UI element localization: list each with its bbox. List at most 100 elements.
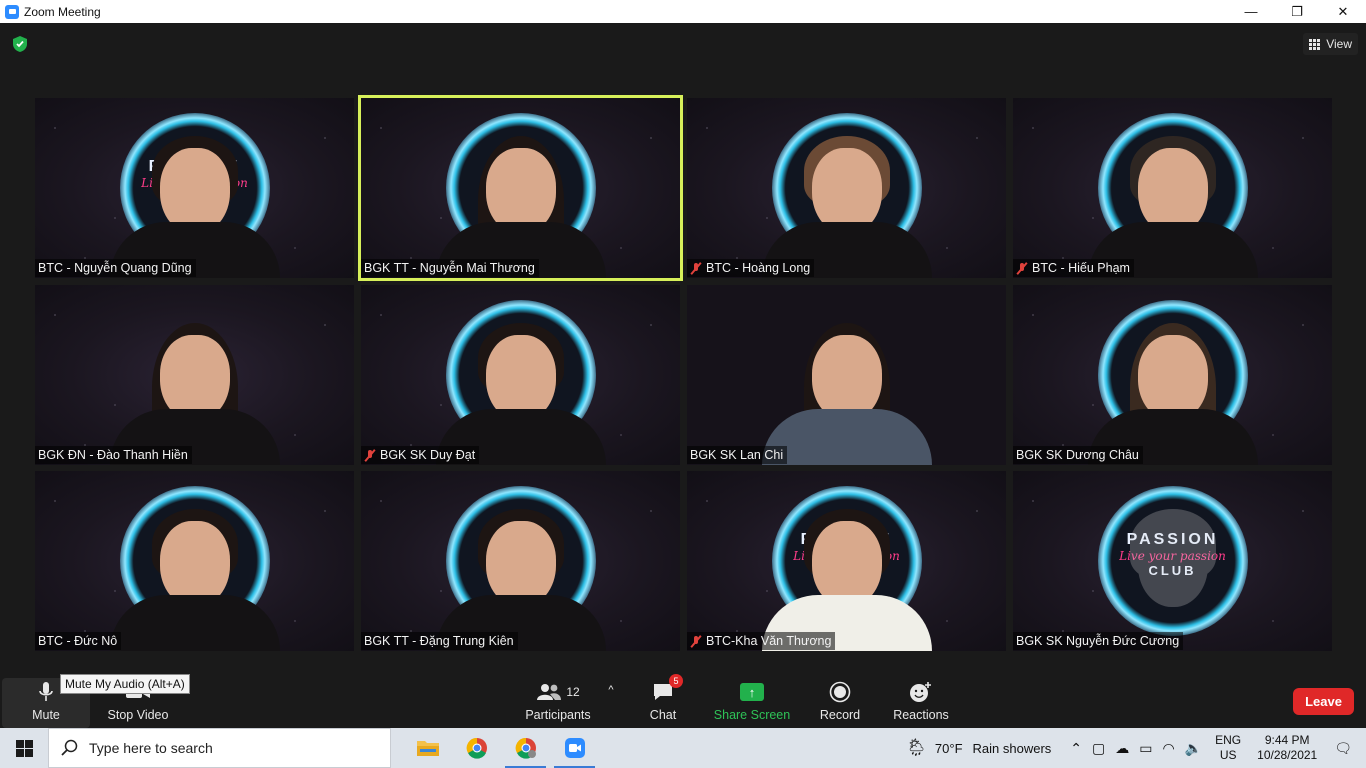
participant-video <box>435 118 606 278</box>
view-label: View <box>1326 37 1352 51</box>
chat-unread-badge: 5 <box>669 674 683 688</box>
chrome-profile-taskbar-button[interactable] <box>501 728 550 768</box>
participant-video <box>109 118 280 278</box>
reactions-button[interactable]: Reactions <box>890 672 952 728</box>
participants-count: 12 <box>566 685 580 699</box>
participant-name: BTC - Hiếu Phạm <box>1032 261 1130 275</box>
participant-name-tag: BTC-Kha Văn Thương <box>687 632 836 650</box>
participant-name-tag: BGK SK Lan Chi <box>687 446 788 464</box>
participant-video <box>761 305 932 465</box>
participant-tile[interactable]: BTC - Hoàng Long <box>687 98 1006 278</box>
chat-button[interactable]: 5 Chat <box>640 672 686 728</box>
participant-name: BTC - Hoàng Long <box>706 261 811 275</box>
file-explorer-taskbar-button[interactable] <box>403 728 452 768</box>
smiley-plus-icon <box>909 680 933 704</box>
participant-tile[interactable]: BGK ĐN - Đào Thanh Hiền <box>35 285 354 465</box>
participant-tile[interactable]: PASSIONLive your passionCLUB BGK SK Nguy… <box>1013 471 1332 651</box>
participant-tile[interactable]: BGK SK Duy Đạt <box>361 285 680 465</box>
clock-date: 10/28/2021 <box>1257 748 1318 762</box>
window-title: Zoom Meeting <box>24 4 101 19</box>
participant-name: BGK ĐN - Đào Thanh Hiền <box>38 448 188 462</box>
minimize-button[interactable]: — <box>1228 0 1274 23</box>
chrome-icon <box>466 737 487 759</box>
participant-name: BGK SK Nguyễn Đức Cương <box>1016 634 1180 648</box>
video-gallery: PASSIONLive your passionCLUB BTC - Nguyễ… <box>35 95 1332 651</box>
mute-label: Mute <box>32 708 60 722</box>
muted-mic-icon <box>690 262 702 275</box>
wifi-icon[interactable]: ◠ <box>1162 740 1174 757</box>
participants-icon: 12 <box>536 680 580 704</box>
security-shield-icon[interactable] <box>12 35 28 53</box>
participant-tile[interactable]: BGK TT - Đặng Trung Kiên <box>361 471 680 651</box>
maximize-button[interactable]: ❐ <box>1274 0 1320 23</box>
weather-widget[interactable]: 🌦 70°F Rain showers <box>905 738 1051 758</box>
participant-video <box>1087 305 1258 465</box>
zoom-taskbar-button[interactable] <box>550 728 599 768</box>
zoom-icon <box>564 738 585 758</box>
search-icon <box>61 739 78 756</box>
participant-name: BGK SK Duy Đạt <box>380 448 476 462</box>
record-icon <box>829 680 851 704</box>
record-label: Record <box>819 708 861 722</box>
start-button[interactable] <box>0 728 48 768</box>
record-button[interactable]: Record <box>812 672 868 728</box>
input-language[interactable]: ENG US <box>1215 733 1241 763</box>
participant-tile[interactable]: BTC - Đức Nô <box>35 471 354 651</box>
participant-name: BTC - Nguyễn Quang Dũng <box>38 261 192 275</box>
mute-tooltip: Mute My Audio (Alt+A) <box>60 674 190 694</box>
microphone-icon <box>38 680 54 704</box>
participant-tile[interactable]: BGK SK Dương Châu <box>1013 285 1332 465</box>
onedrive-cloud-icon[interactable]: ☁ <box>1115 740 1129 757</box>
participant-name-tag: BTC - Hiếu Phạm <box>1013 259 1134 277</box>
folder-icon <box>416 741 439 756</box>
meeting-top-bar: View <box>0 23 1366 65</box>
participants-button[interactable]: 12 Participants <box>520 672 596 728</box>
battery-icon[interactable]: ▭ <box>1139 740 1152 757</box>
window-controls: — ❐ ✕ <box>1228 0 1366 23</box>
participant-tile-active-speaker[interactable]: BGK TT - Nguyễn Mai Thương <box>358 95 683 281</box>
participant-name: BGK TT - Nguyễn Mai Thương <box>364 261 535 275</box>
chevron-up-icon[interactable]: ⌃ <box>1070 740 1082 757</box>
clock[interactable]: 9:44 PM 10/28/2021 <box>1257 733 1317 763</box>
grid-view-icon <box>1309 38 1321 50</box>
leave-button[interactable]: Leave <box>1293 688 1354 715</box>
participant-video <box>435 305 606 465</box>
language-code: ENG <box>1215 733 1242 747</box>
participant-tile[interactable]: BGK SK Lan Chi <box>687 285 1006 465</box>
meet-now-icon[interactable]: ▢ <box>1092 740 1105 757</box>
participant-name: BGK SK Dương Châu <box>1016 448 1139 462</box>
chat-bubble-icon: 5 <box>652 674 683 704</box>
muted-mic-icon <box>690 635 702 648</box>
close-button[interactable]: ✕ <box>1320 0 1366 23</box>
participants-options-chevron[interactable]: ^ <box>602 672 620 728</box>
weather-temperature: 70°F <box>934 740 963 756</box>
search-placeholder: Type here to search <box>89 740 213 756</box>
stop-video-label: Stop Video <box>107 708 169 722</box>
view-button[interactable]: View <box>1303 33 1358 55</box>
participant-tile[interactable]: PASSIONLive your passionCLUB BTC-Kha Văn… <box>687 471 1006 651</box>
participant-name: BTC-Kha Văn Thương <box>706 634 832 648</box>
participant-name-tag: BTC - Nguyễn Quang Dũng <box>35 259 196 277</box>
participant-name-tag: BGK SK Duy Đạt <box>361 446 480 464</box>
chrome-icon <box>515 737 536 759</box>
participant-video <box>761 491 932 651</box>
participant-name-tag: BGK ĐN - Đào Thanh Hiền <box>35 446 192 464</box>
keyboard-region: US <box>1219 748 1237 762</box>
participant-tile[interactable]: BTC - Hiếu Phạm <box>1013 98 1332 278</box>
participant-tile[interactable]: PASSIONLive your passionCLUB BTC - Nguyễ… <box>35 98 354 278</box>
participant-video <box>435 491 606 651</box>
zoom-app-icon <box>5 4 19 19</box>
title-bar: Zoom Meeting — ❐ ✕ <box>0 0 1366 23</box>
rain-cloud-icon: 🌦 <box>905 738 927 757</box>
muted-mic-icon <box>364 449 376 462</box>
volume-icon[interactable]: 🔈 <box>1185 740 1202 757</box>
participant-video <box>109 491 280 651</box>
chrome-taskbar-button[interactable] <box>452 728 501 768</box>
share-screen-button[interactable]: ↑ Share Screen <box>712 672 792 728</box>
taskbar-search-input[interactable]: Type here to search <box>48 728 391 768</box>
participant-name-tag: BGK SK Nguyễn Đức Cương <box>1013 632 1184 650</box>
notification-center-icon[interactable]: 🗨 <box>1334 740 1352 757</box>
participant-name: BGK TT - Đặng Trung Kiên <box>364 634 514 648</box>
windows-logo-icon <box>15 739 33 757</box>
participant-name: BGK SK Lan Chi <box>690 448 784 462</box>
